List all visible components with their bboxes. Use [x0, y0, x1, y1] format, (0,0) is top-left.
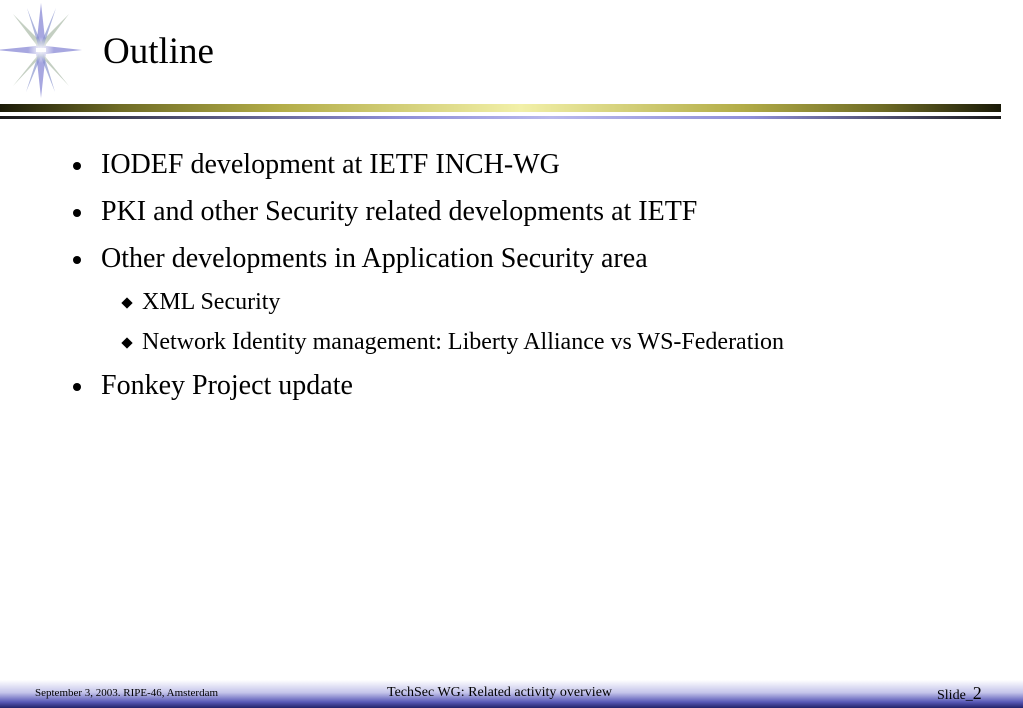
footer-slide-number: Slide_2 — [937, 683, 982, 706]
list-item: Other developments in Application Securi… — [73, 243, 648, 275]
slide-label: Slide_ — [937, 688, 973, 703]
sub-list-item: Network Identity management: Liberty All… — [121, 328, 784, 356]
round-bullet-icon — [73, 162, 81, 170]
round-bullet-icon — [73, 256, 81, 264]
list-item: Fonkey Project update — [73, 370, 353, 402]
list-item-text: Other developments in Application Securi… — [101, 243, 648, 274]
list-item-text: PKI and other Security related developme… — [101, 196, 698, 227]
list-item: PKI and other Security related developme… — [73, 196, 697, 228]
diamond-bullet-icon — [121, 337, 133, 349]
list-item-text: IODEF development at IETF INCH-WG — [101, 149, 560, 180]
round-bullet-icon — [73, 209, 81, 217]
bullet-list: IODEF development at IETF INCH-WG PKI an… — [0, 0, 1023, 660]
slide: Outline IODEF development at IETF INCH-W… — [0, 0, 1023, 708]
diamond-bullet-icon — [121, 297, 133, 309]
list-item-text: Fonkey Project update — [101, 370, 353, 401]
sub-list-item-text: Network Identity management: Liberty All… — [142, 329, 785, 355]
sub-list-item-text: XML Security — [142, 289, 281, 315]
round-bullet-icon — [73, 383, 81, 391]
list-item: IODEF development at IETF INCH-WG — [73, 149, 560, 181]
sub-list-item: XML Security — [121, 288, 280, 316]
footer-date-venue: September 3, 2003. RIPE-46, Amsterdam — [35, 687, 219, 699]
slide-number: 2 — [972, 683, 982, 703]
footer-presentation-title: TechSec WG: Related activity overview — [387, 685, 613, 700]
